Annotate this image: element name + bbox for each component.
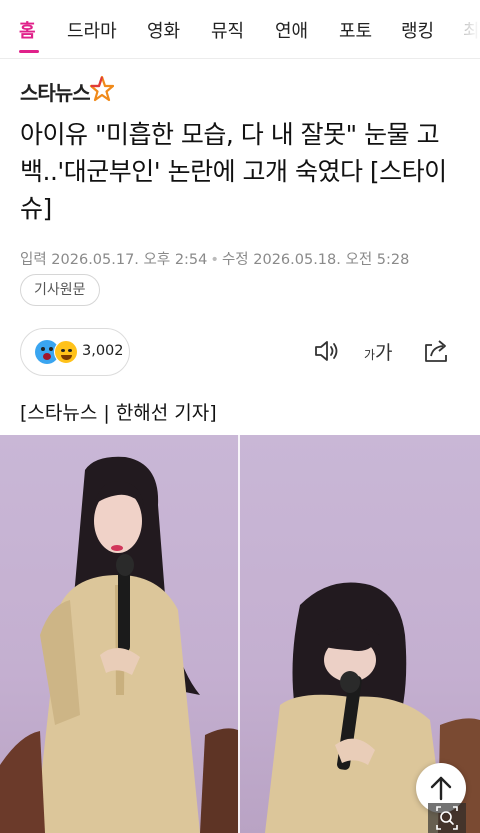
reaction-count: 3,002 <box>82 343 124 359</box>
font-small-label: 가 <box>364 348 376 362</box>
reaction-button[interactable]: 3,002 <box>20 328 130 376</box>
tab-movie[interactable]: 영화 <box>147 17 180 43</box>
photo-illustration <box>0 456 480 833</box>
top-navigation: 홈 드라마 영화 뮤직 연애 포토 랭킹 최 <box>0 0 480 58</box>
article-photo[interactable] <box>0 435 480 833</box>
updated-date: 수정 2026.05.18. 오전 5:28 <box>221 252 410 268</box>
magnify-icon <box>436 806 458 830</box>
font-size-button[interactable]: 가가 <box>364 338 393 365</box>
article-byline: [스타뉴스 | 한해선 기자] <box>20 402 217 424</box>
active-tab-indicator <box>19 50 39 53</box>
tab-entertainment[interactable]: 연애 <box>275 17 308 43</box>
published-date: 입력 2026.05.17. 오후 2:54 <box>20 252 208 268</box>
nav-fade <box>452 0 480 58</box>
original-article-button[interactable]: 기사원문 <box>20 274 100 306</box>
press-logo[interactable]: 스타뉴스 <box>20 74 114 108</box>
smile-emoji-icon <box>54 340 78 364</box>
article-meta: 입력 2026.05.17. 오후 2:54 • 수정 2026.05.18. 오전… <box>20 248 409 269</box>
tab-music[interactable]: 뮤직 <box>211 17 244 43</box>
star-logo-icon <box>89 75 114 102</box>
speaker-icon[interactable] <box>312 336 342 366</box>
press-logo-text: 스타뉴스 <box>20 80 91 105</box>
article-headline: 아이유 "미흡한 모습, 다 내 잘못" 눈물 고백..'대군부인' 논란에 고… <box>20 120 447 223</box>
meta-separator: • <box>210 252 219 268</box>
photo-divider <box>238 435 240 833</box>
share-icon[interactable] <box>421 336 451 366</box>
font-big-label: 가 <box>375 342 393 364</box>
tab-photo[interactable]: 포토 <box>339 17 372 43</box>
tab-drama[interactable]: 드라마 <box>67 17 117 43</box>
nav-divider <box>0 58 480 59</box>
tab-home[interactable]: 홈 <box>19 17 36 43</box>
tab-ranking[interactable]: 랭킹 <box>401 17 434 43</box>
photo-zoom-button[interactable] <box>428 803 466 833</box>
